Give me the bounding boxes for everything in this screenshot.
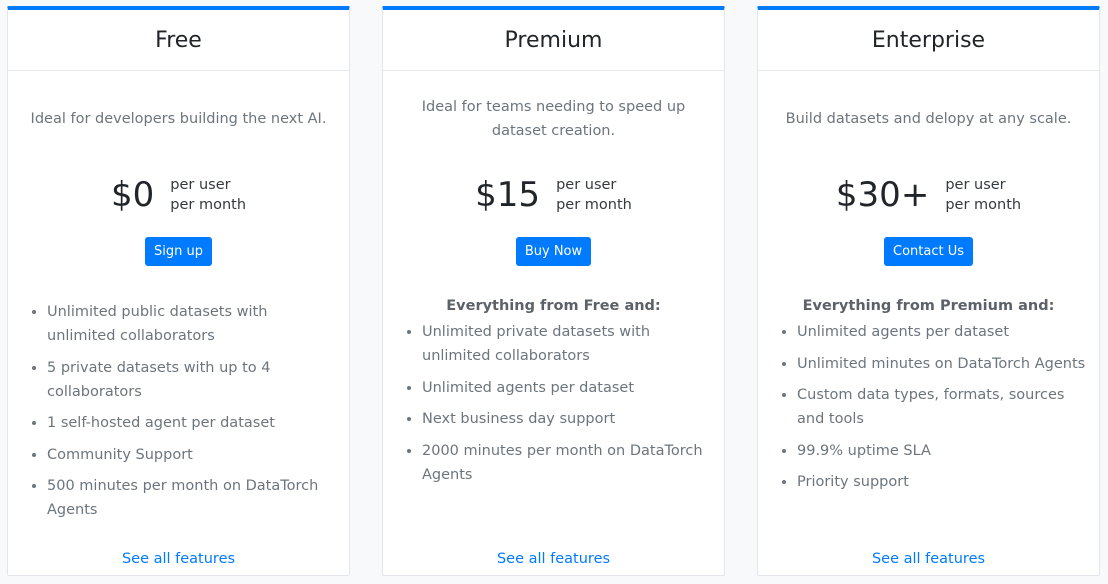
plan-description: Ideal for teams needing to speed up data…: [421, 99, 686, 139]
card-header: Premium: [383, 10, 724, 71]
contact-us-button[interactable]: Contact Us: [884, 237, 973, 266]
price-unit-month: per month: [945, 197, 1022, 213]
card-header: Free: [8, 10, 349, 71]
pricing-card-free: Free Ideal for developers building the n…: [7, 6, 350, 576]
price-row: $0 per user per month: [8, 171, 349, 219]
feature-item: Community Support: [47, 443, 339, 467]
price-unit-user: per user: [556, 177, 617, 193]
features-lead: Everything from Premium and:: [802, 298, 1055, 314]
plan-name: Premium: [504, 27, 603, 53]
plan-price: $15: [475, 175, 541, 215]
see-all-features-link[interactable]: See all features: [8, 551, 349, 567]
plan-price: $30+: [835, 175, 930, 215]
see-all-features-link[interactable]: See all features: [383, 551, 724, 567]
features-lead: Everything from Free and:: [446, 298, 661, 314]
feature-item: Unlimited agents per dataset: [797, 320, 1089, 344]
feature-item: 99.9% uptime SLA: [797, 439, 1089, 463]
feature-list: Everything from Free and: Unlimited priv…: [383, 298, 724, 487]
price-unit-user: per user: [170, 177, 231, 193]
see-all-features-link[interactable]: See all features: [758, 551, 1099, 567]
feature-item: Unlimited agents per dataset: [422, 376, 714, 400]
feature-item: Next business day support: [422, 407, 714, 431]
feature-item: Unlimited minutes on DataTorch Agents: [797, 352, 1089, 376]
price-unit-user: per user: [945, 177, 1006, 193]
feature-list: Unlimited public datasets with unlimited…: [8, 300, 349, 522]
buy-now-button[interactable]: Buy Now: [515, 237, 592, 266]
plan-name: Free: [155, 27, 202, 53]
pricing-card-enterprise: Enterprise Build datasets and delopy at …: [757, 6, 1100, 576]
feature-item: 1 self-hosted agent per dataset: [47, 411, 339, 435]
feature-item: Unlimited private datasets with unlimite…: [422, 320, 714, 368]
plan-name: Enterprise: [871, 27, 986, 53]
plan-description: Build datasets and delopy at any scale.: [785, 111, 1072, 127]
price-unit-month: per month: [556, 197, 632, 213]
feature-item: Priority support: [797, 470, 1089, 494]
pricing-card-premium: Premium Ideal for teams needing to speed…: [382, 6, 725, 576]
price-unit: per user per month: [945, 175, 1021, 215]
plan-price: $0: [110, 175, 155, 215]
plan-description: Ideal for developers building the next A…: [30, 111, 327, 127]
feature-item: Unlimited public datasets with unlimited…: [47, 300, 339, 348]
price-unit: per user per month: [170, 175, 246, 215]
feature-item: 2000 minutes per month on DataTorch Agen…: [422, 439, 714, 487]
feature-item: 500 minutes per month on DataTorch Agent…: [47, 474, 339, 522]
feature-item: 5 private datasets with up to 4 collabor…: [47, 356, 339, 404]
sign-up-button[interactable]: Sign up: [145, 237, 212, 266]
price-unit: per user per month: [556, 175, 632, 215]
price-row: $30+ per user per month: [758, 171, 1099, 219]
price-unit-month: per month: [170, 197, 247, 213]
feature-list: Everything from Premium and: Unlimited a…: [758, 298, 1099, 494]
price-row: $15 per user per month: [383, 171, 724, 219]
feature-item: Custom data types, formats, sources and …: [797, 383, 1089, 431]
card-header: Enterprise: [758, 10, 1099, 71]
